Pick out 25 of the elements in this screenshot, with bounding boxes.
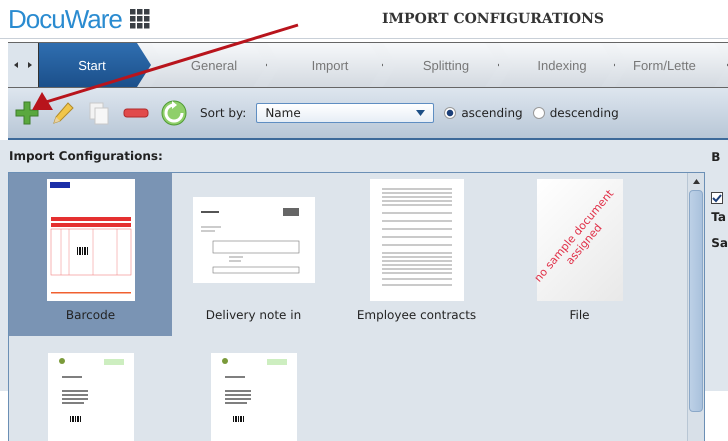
refresh-icon[interactable] bbox=[160, 99, 188, 127]
plus-icon[interactable] bbox=[14, 100, 40, 126]
sort-dropdown[interactable]: Name bbox=[256, 103, 434, 123]
checkbox[interactable] bbox=[711, 192, 724, 204]
app-grid-icon[interactable] bbox=[130, 9, 150, 29]
wizard-tab[interactable]: Start bbox=[39, 43, 151, 87]
sort-order-radio[interactable]: ascending bbox=[444, 106, 523, 120]
sort-order-radio[interactable]: descending bbox=[532, 106, 619, 120]
radio-icon[interactable] bbox=[444, 107, 456, 119]
scroll-up-arrow-icon[interactable] bbox=[692, 179, 700, 184]
page-title: IMPORT CONFIGURATIONS bbox=[382, 11, 604, 27]
sort-label: Sort by: bbox=[200, 106, 246, 120]
section-title: Import Configurations: bbox=[8, 148, 164, 165]
scroll-arrows-icon[interactable] bbox=[8, 43, 39, 87]
side-heading: B bbox=[711, 150, 722, 166]
dropdown-caret-icon bbox=[416, 110, 426, 116]
configuration-item[interactable]: Delivery note in bbox=[172, 173, 335, 336]
logo: DocuWare bbox=[8, 4, 123, 34]
configuration-item[interactable]: Employee contracts bbox=[335, 173, 498, 336]
pencil-icon[interactable] bbox=[50, 100, 76, 126]
vertical-scrollbar[interactable] bbox=[687, 173, 704, 441]
configuration-item[interactable]: Barcode bbox=[9, 173, 172, 336]
radio-icon[interactable] bbox=[532, 107, 545, 119]
side-label: Sa bbox=[711, 236, 728, 252]
side-label: Ta bbox=[711, 210, 727, 226]
